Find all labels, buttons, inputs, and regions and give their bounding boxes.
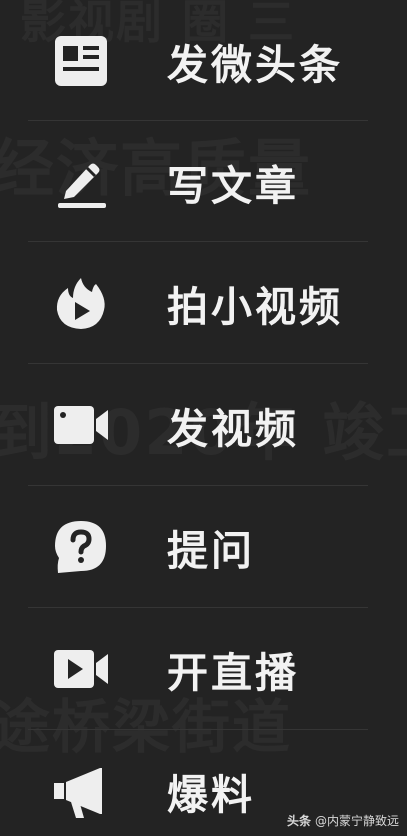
menu-item-ask-question[interactable]: 提问 [0, 486, 407, 607]
menu-item-post-video[interactable]: 发视频 [0, 364, 407, 485]
publish-menu-screen: 影视剧 圈 三 经济高质量 到2020年 竣工 途桥梁街道 发微头条 [0, 0, 407, 836]
menu-item-label: 拍小视频 [167, 282, 343, 331]
menu-item-post-weitoutiao[interactable]: 发微头条 [0, 0, 407, 121]
publish-menu: 发微头条 写文章 拍小视频 发视频 提问 开直播 爆料 [0, 0, 407, 836]
live-camera-icon [52, 640, 110, 698]
menu-item-label: 开直播 [167, 648, 299, 697]
watermark-account: @内蒙宁静致远 [314, 814, 399, 828]
menu-item-label: 爆料 [167, 770, 255, 819]
watermark-brand: 头条 [286, 814, 311, 828]
menu-item-label: 发视频 [167, 404, 299, 453]
video-camera-icon [52, 396, 110, 454]
menu-item-label: 提问 [167, 526, 255, 575]
menu-item-shoot-short-video[interactable]: 拍小视频 [0, 242, 407, 363]
megaphone-icon [52, 762, 110, 820]
newspaper-icon [52, 32, 110, 90]
menu-item-write-article[interactable]: 写文章 [0, 121, 407, 242]
watermark: 头条 @内蒙宁静致远 [287, 812, 399, 829]
menu-item-label: 发微头条 [167, 40, 343, 89]
menu-item-start-live[interactable]: 开直播 [0, 608, 407, 729]
flame-play-icon [52, 274, 110, 332]
pen-icon [52, 153, 110, 211]
question-bubble-icon [52, 518, 110, 576]
menu-item-label: 写文章 [167, 161, 299, 210]
